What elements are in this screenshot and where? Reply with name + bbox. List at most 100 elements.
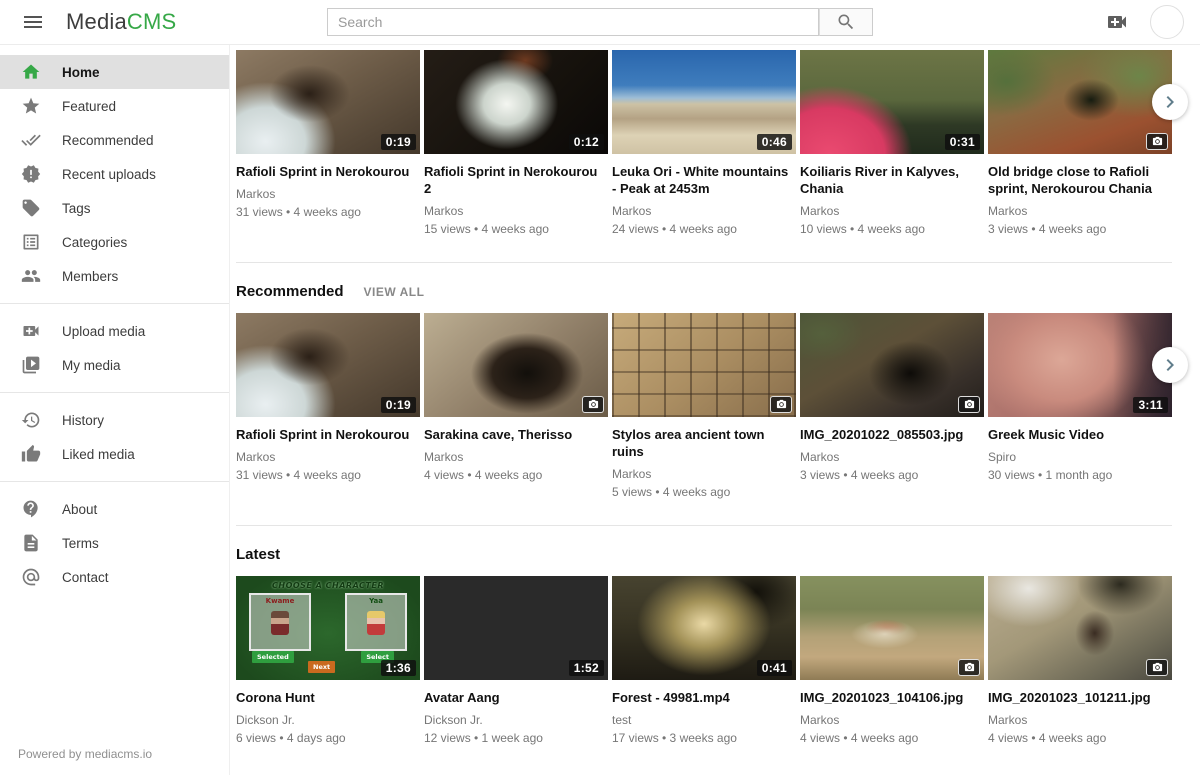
sidebar-divider [0, 481, 229, 482]
media-card[interactable]: Sarakina cave, TherissoMarkos4 views • 4… [424, 313, 608, 499]
media-card[interactable]: 0:19Rafioli Sprint in NerokourouMarkos31… [236, 50, 420, 236]
media-thumbnail[interactable]: 0:46 [612, 50, 796, 154]
media-thumbnail[interactable]: 0:31 [800, 50, 984, 154]
sidebar-item-categories[interactable]: Categories [0, 225, 229, 259]
media-title[interactable]: Rafioli Sprint in Nerokourou [236, 426, 420, 443]
sidebar-item-home[interactable]: Home [0, 55, 229, 89]
media-thumbnail[interactable]: CHOOSE A CHARACTER Kwame Yaa Selected Ne… [236, 576, 420, 680]
media-thumbnail[interactable]: 3:11 [988, 313, 1172, 417]
media-card[interactable]: 1:52Avatar AangDickson Jr.12 views • 1 w… [424, 576, 608, 745]
sidebar-item-history[interactable]: History [0, 403, 229, 437]
media-title[interactable]: IMG_20201023_101211.jpg [988, 689, 1172, 706]
media-title[interactable]: Avatar Aang [424, 689, 608, 706]
media-author[interactable]: Spiro [988, 450, 1172, 464]
view-all-link[interactable]: VIEW ALL [364, 285, 425, 299]
media-title[interactable]: Leuka Ori - White mountains - Peak at 24… [612, 163, 796, 197]
document-icon [21, 533, 41, 553]
media-author[interactable]: Dickson Jr. [236, 713, 420, 727]
media-card[interactable]: IMG_20201023_104106.jpgMarkos4 views • 4… [800, 576, 984, 745]
media-thumbnail[interactable] [800, 576, 984, 680]
media-author[interactable]: Markos [236, 187, 420, 201]
media-title[interactable]: Rafioli Sprint in Nerokourou 2 [424, 163, 608, 197]
media-author[interactable]: Markos [988, 713, 1172, 727]
sidebar-item-terms[interactable]: Terms [0, 526, 229, 560]
sidebar-item-recent-uploads[interactable]: Recent uploads [0, 157, 229, 191]
media-title[interactable]: Corona Hunt [236, 689, 420, 706]
sidebar-item-tags[interactable]: Tags [0, 191, 229, 225]
user-avatar[interactable] [1150, 5, 1184, 39]
sidebar-item-members[interactable]: Members [0, 259, 229, 293]
media-author[interactable]: Dickson Jr. [424, 713, 608, 727]
section-featured: FeaturedVIEW ALL0:19Rafioli Sprint in Ne… [236, 20, 1172, 263]
logo-text-cms: CMS [127, 9, 177, 34]
image-badge [1146, 659, 1168, 676]
media-thumbnail[interactable] [800, 313, 984, 417]
section-divider [236, 525, 1172, 526]
media-card[interactable]: IMG_20201022_085503.jpgMarkos3 views • 4… [800, 313, 984, 499]
sidebar-item-label: Featured [62, 99, 116, 114]
media-card[interactable]: 3:11Greek Music VideoSpiro30 views • 1 m… [988, 313, 1172, 499]
media-card[interactable]: Stylos area ancient town ruinsMarkos5 vi… [612, 313, 796, 499]
sidebar-item-my-media[interactable]: My media [0, 348, 229, 382]
media-thumbnail[interactable]: 0:12 [424, 50, 608, 154]
media-card[interactable]: 0:46 Leuka Ori - White mountains - Peak a… [612, 50, 796, 236]
upload-media-button[interactable] [1104, 9, 1130, 35]
search-input[interactable] [327, 8, 819, 36]
media-thumbnail[interactable]: 0:19 [236, 50, 420, 154]
cards-row: CHOOSE A CHARACTER Kwame Yaa Selected Ne… [236, 576, 1172, 745]
camera-icon [1152, 662, 1163, 673]
media-author[interactable]: Markos [424, 204, 608, 218]
sidebar-item-recommended[interactable]: Recommended [0, 123, 229, 157]
thumb-up-icon [21, 444, 41, 464]
media-author[interactable]: Markos [800, 450, 984, 464]
sidebar-item-contact[interactable]: Contact [0, 560, 229, 594]
media-title[interactable]: Koiliaris River in Kalyves, Chania [800, 163, 984, 197]
media-thumbnail[interactable]: 0:19 [236, 313, 420, 417]
media-card[interactable]: 0:19Rafioli Sprint in NerokourouMarkos31… [236, 313, 420, 499]
media-card[interactable]: 0:31 Koiliaris River in Kalyves, Chania Ma… [800, 50, 984, 236]
media-author[interactable]: Markos [236, 450, 420, 464]
media-author[interactable]: Markos [988, 204, 1172, 218]
media-card[interactable]: CHOOSE A CHARACTER Kwame Yaa Selected Ne… [236, 576, 420, 745]
media-title[interactable]: IMG_20201023_104106.jpg [800, 689, 984, 706]
history-icon [21, 410, 41, 430]
cards-row: 0:19Rafioli Sprint in NerokourouMarkos31… [236, 50, 1172, 236]
media-author[interactable]: Markos [612, 467, 796, 481]
media-title[interactable]: IMG_20201022_085503.jpg [800, 426, 984, 443]
carousel-next-button[interactable] [1152, 84, 1188, 120]
sidebar-item-about[interactable]: About [0, 492, 229, 526]
media-thumbnail[interactable]: 0:41 [612, 576, 796, 680]
media-thumbnail[interactable] [612, 313, 796, 417]
menu-button[interactable] [20, 9, 46, 35]
carousel-next-button[interactable] [1152, 347, 1188, 383]
cards-row: 0:19Rafioli Sprint in NerokourouMarkos31… [236, 313, 1172, 499]
media-thumbnail[interactable] [424, 313, 608, 417]
media-title[interactable]: Rafioli Sprint in Nerokourou [236, 163, 420, 180]
media-card[interactable]: IMG_20201023_101211.jpgMarkos4 views • 4… [988, 576, 1172, 745]
media-author[interactable]: Markos [800, 204, 984, 218]
media-title[interactable]: Sarakina cave, Therisso [424, 426, 608, 443]
tag-icon [21, 198, 41, 218]
media-title[interactable]: Greek Music Video [988, 426, 1172, 443]
sidebar-item-label: Liked media [62, 447, 135, 462]
sidebar-item-upload-media[interactable]: Upload media [0, 314, 229, 348]
media-card[interactable]: 0:12 Rafioli Sprint in Nerokourou 2 Markos… [424, 50, 608, 236]
media-title[interactable]: Stylos area ancient town ruins [612, 426, 796, 460]
search-button[interactable] [819, 8, 873, 36]
media-thumbnail[interactable] [988, 576, 1172, 680]
media-author[interactable]: Markos [612, 204, 796, 218]
media-card[interactable]: Old bridge close to Rafioli sprint, Nero… [988, 50, 1172, 236]
media-card[interactable]: 0:41Forest - 49981.mp4test17 views • 3 w… [612, 576, 796, 745]
sidebar-item-liked-media[interactable]: Liked media [0, 437, 229, 471]
media-author[interactable]: Markos [800, 713, 984, 727]
media-thumbnail[interactable] [988, 50, 1172, 154]
sidebar-item-featured[interactable]: Featured [0, 89, 229, 123]
star-icon [21, 96, 41, 116]
logo[interactable]: MediaCMS [66, 9, 176, 35]
sidebar-item-label: History [62, 413, 104, 428]
media-title[interactable]: Old bridge close to Rafioli sprint, Nero… [988, 163, 1172, 197]
media-author[interactable]: test [612, 713, 796, 727]
media-title[interactable]: Forest - 49981.mp4 [612, 689, 796, 706]
media-author[interactable]: Markos [424, 450, 608, 464]
media-thumbnail[interactable]: 1:52 [424, 576, 608, 680]
